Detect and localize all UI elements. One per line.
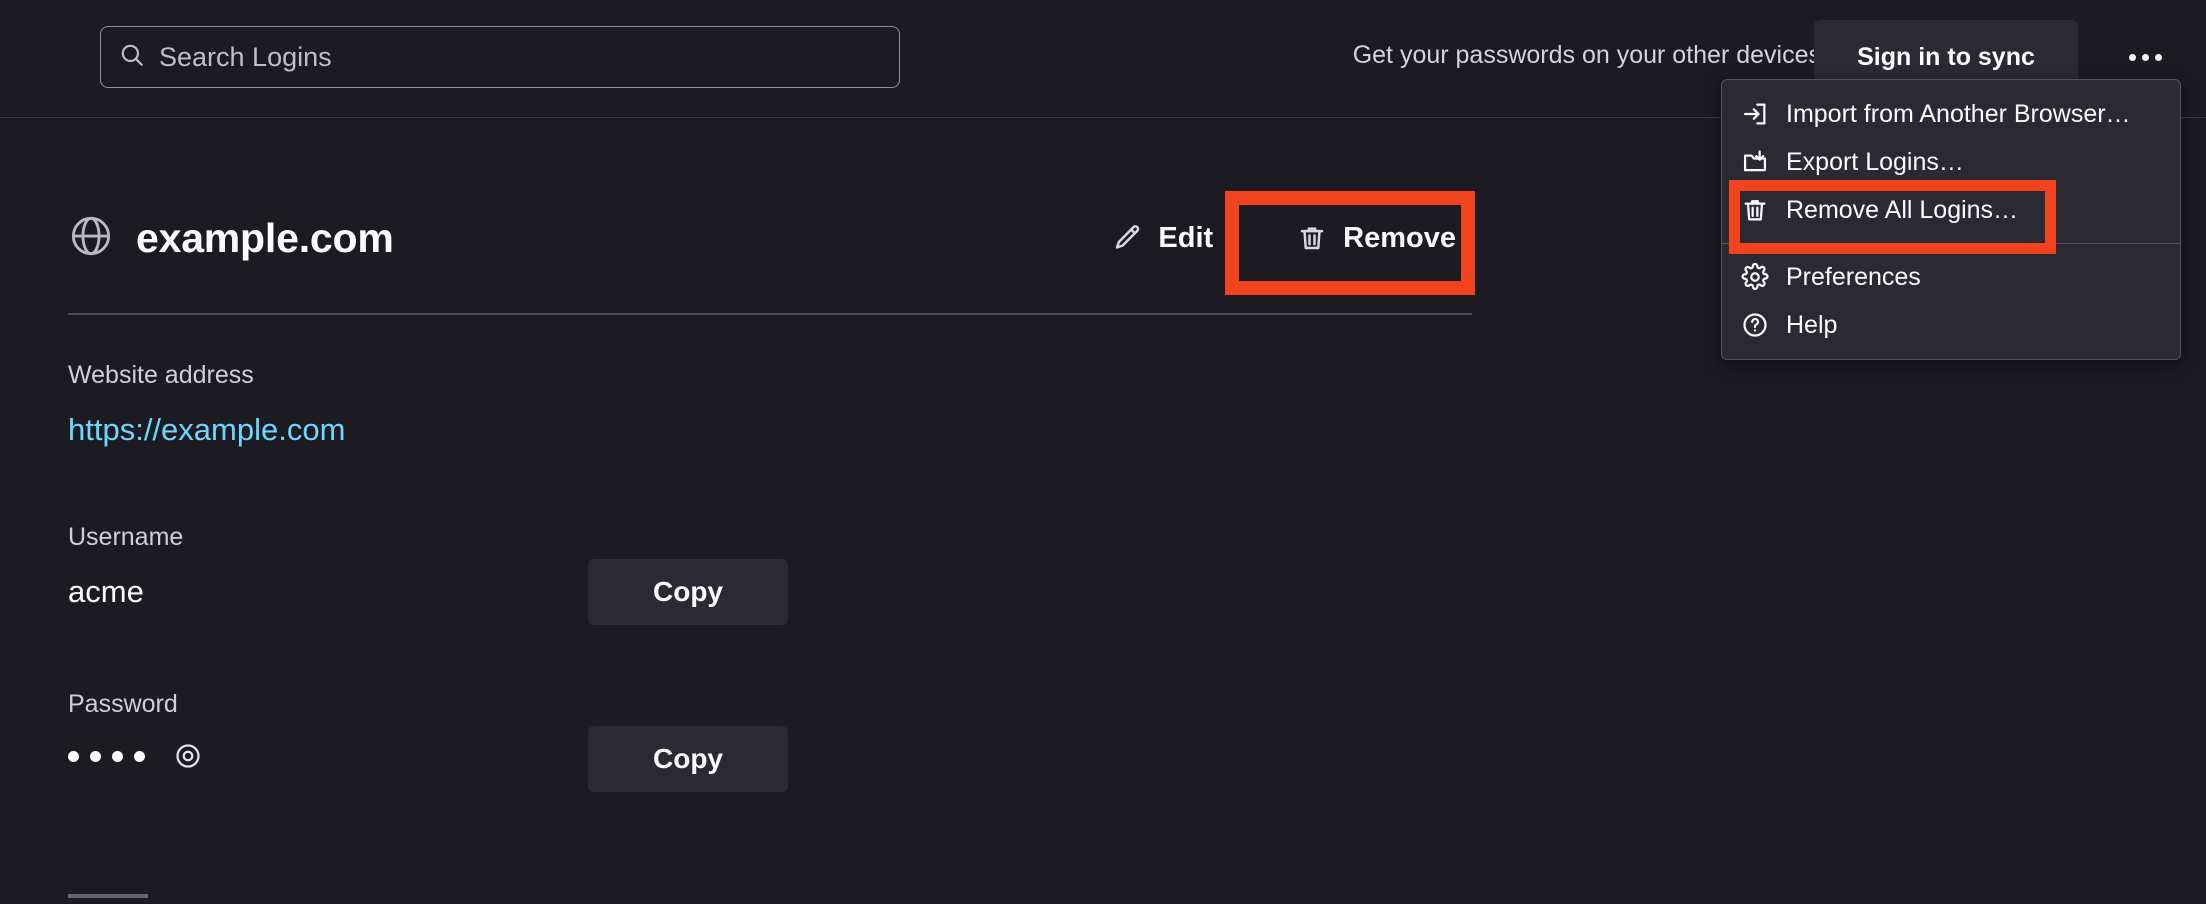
ellipsis-dot [2128,53,2136,61]
copy-username-button[interactable]: Copy [588,559,788,625]
page-title: example.com [136,214,394,261]
menu-item-label: Preferences [1786,262,1921,291]
pencil-icon [1112,223,1142,253]
ellipsis-dot [2141,53,2149,61]
field-username: Username acme Copy [68,523,1472,625]
menu-item-label: Export Logins… [1786,147,1964,176]
export-icon [1740,147,1770,177]
edit-button[interactable]: Edit [1096,212,1229,265]
overflow-menu: Import from Another Browser… Export Logi… [1721,79,2181,360]
menu-item-preferences[interactable]: Preferences [1722,253,2180,301]
password-dot [112,750,123,762]
menu-item-label: Import from Another Browser… [1786,99,2131,128]
menu-item-help[interactable]: Help [1722,301,2180,349]
ellipsis-dot [2154,53,2162,61]
website-address-link[interactable]: https://example.com [68,412,345,447]
field-label-password: Password [68,690,178,718]
trash-icon [1740,195,1770,225]
menu-item-label: Remove All Logins… [1786,195,2019,224]
import-icon [1740,99,1770,129]
field-label-website: Website address [68,361,254,389]
help-icon [1740,310,1770,340]
gear-icon [1740,262,1770,292]
login-actions: Edit Remove [1096,203,1472,273]
password-masked-value [68,750,145,762]
menu-item-import-from-another-browser[interactable]: Import from Another Browser… [1722,90,2180,138]
remove-button[interactable]: Remove [1281,212,1472,265]
sync-message: Get your passwords on your other devices [1352,41,1821,69]
search-input[interactable] [159,41,881,73]
remove-button-label: Remove [1343,221,1456,254]
trash-icon [1297,223,1327,253]
field-password: Password Copy [68,690,1472,792]
copy-password-button[interactable]: Copy [588,726,788,792]
edit-button-label: Edit [1158,221,1214,254]
password-dot [134,750,145,762]
search-box[interactable] [100,26,900,88]
menu-item-remove-all-logins[interactable]: Remove All Logins… [1722,186,2180,234]
password-dot [68,750,79,762]
search-icon [119,42,145,73]
section-divider [68,894,148,898]
globe-icon [68,213,114,264]
menu-item-label: Help [1786,310,1838,339]
password-dot [90,750,101,762]
menu-item-export-logins[interactable]: Export Logins… [1722,138,2180,186]
title-divider [68,313,1472,315]
field-website: Website address https://example.com [68,361,1472,448]
login-title-row: example.com Edit Remove [68,203,1472,273]
field-label-username: Username [68,523,184,551]
menu-separator [1722,243,2180,244]
eye-icon[interactable] [173,741,203,771]
